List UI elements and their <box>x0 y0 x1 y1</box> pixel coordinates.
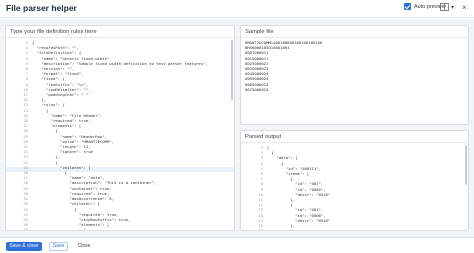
auto-preview-checkbox[interactable] <box>404 3 411 10</box>
close-button[interactable]: Close <box>74 242 94 251</box>
definition-panel: Type your file definition rules here 1 2… <box>5 25 235 231</box>
parsed-scrollbar[interactable] <box>465 145 467 185</box>
save-and-close-button[interactable]: Save & close <box>6 242 42 251</box>
editor-area: Type your file definition rules here 1 2… <box>0 19 474 237</box>
sample-panel-title: Sample file <box>245 29 274 35</box>
parsed-panel-title: Parsed output <box>245 134 282 140</box>
layout-toggle-icon[interactable] <box>440 3 449 13</box>
definition-code[interactable]: { "recordsPath": "", "fileDefinition": {… <box>32 40 230 230</box>
window-title: File parser helper <box>6 3 77 13</box>
save-button[interactable]: Save <box>49 242 68 251</box>
window-titlebar: File parser helper Auto preview ▾ × <box>0 0 474 18</box>
parsed-line-numbers: 1 2 3 4 5 6 7 8 9 10 11 12 13 14 15 16 1… <box>258 145 263 230</box>
definition-panel-title: Type your file definition rules here <box>10 29 97 35</box>
parsed-output-code: [ { "data": [ { "id": "000111", "items":… <box>267 145 331 230</box>
definition-scrollbar[interactable] <box>231 40 233 100</box>
sample-file-content[interactable]: HMANT2ECOMM1100188000100100100100 BH5000… <box>245 40 322 92</box>
close-icon[interactable]: × <box>462 3 467 13</box>
chevron-down-icon[interactable]: ▾ <box>451 3 454 13</box>
definition-editor[interactable]: 1 2 3 4 5 6 7 8 9 10 11 12 13 14 15 16 1… <box>6 38 234 230</box>
definition-line-numbers: 1 2 3 4 5 6 7 8 9 10 11 12 13 14 15 16 1… <box>23 40 28 230</box>
sample-panel: Sample file HMANT2ECOMM11001880001001001… <box>240 25 469 125</box>
parsed-output-viewer[interactable]: 1 2 3 4 5 6 7 8 9 10 11 12 13 14 15 16 1… <box>241 143 468 230</box>
dialog-footer: Save & close Save Close <box>0 237 474 253</box>
parsed-panel: Parsed output 1 2 3 4 5 6 7 8 9 10 11 12… <box>240 130 469 231</box>
